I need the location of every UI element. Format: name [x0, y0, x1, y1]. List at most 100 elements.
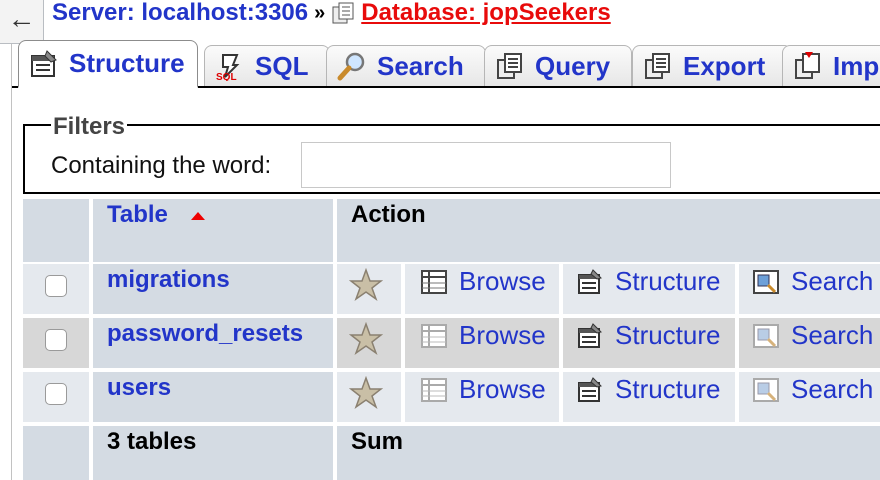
browse-label: Browse	[459, 320, 546, 350]
tab-label: Imp	[833, 50, 880, 81]
header-action-cell: Action	[337, 199, 880, 262]
filters-fieldset: Filters Containing the word:	[23, 113, 880, 194]
footer-sum-cell: Sum	[337, 426, 880, 480]
table-search-icon	[753, 377, 779, 402]
browse-cell: Browse	[405, 372, 559, 422]
sum-label: Sum	[351, 428, 404, 455]
breadcrumb: Server: localhost:3306 » Database: jopSe…	[52, 0, 611, 28]
header-table-cell[interactable]: Table	[93, 199, 333, 262]
browse-icon	[421, 323, 447, 348]
structure-link[interactable]: Structure	[577, 266, 721, 297]
row-checkbox-cell	[23, 264, 89, 314]
row-checkbox-cell	[23, 372, 89, 422]
row-name-cell: migrations	[93, 264, 333, 314]
footer-blank-cell	[23, 426, 89, 480]
filter-label: Containing the word:	[51, 152, 272, 179]
filters-legend: Filters	[51, 113, 128, 141]
structure-label: Structure	[615, 266, 721, 296]
table-search-icon	[753, 323, 779, 348]
tab-label: SQL	[255, 50, 309, 81]
search-link[interactable]: Search	[753, 374, 873, 405]
search-icon	[337, 52, 365, 81]
tab-export[interactable]: Export	[632, 45, 792, 86]
tab-label: Query	[535, 50, 611, 81]
tab-bar: Structure SQL SQL Search Query Export Im…	[12, 40, 880, 88]
query-icon	[497, 53, 522, 79]
table-name-link[interactable]: users	[107, 374, 171, 402]
favorite-cell	[337, 264, 401, 314]
browse-link[interactable]: Browse	[421, 374, 546, 405]
search-label: Search	[791, 320, 874, 350]
favorite-star-icon[interactable]	[349, 376, 383, 410]
structure-icon	[31, 49, 57, 77]
browse-link[interactable]: Browse	[421, 266, 546, 297]
back-button[interactable]: ←	[0, 0, 44, 44]
structure-link[interactable]: Structure	[577, 374, 721, 405]
export-icon	[645, 53, 670, 79]
search-link[interactable]: Search	[753, 320, 873, 351]
table-name-link[interactable]: migrations	[107, 266, 230, 294]
browse-label: Browse	[459, 374, 546, 404]
sql-icon: SQL	[216, 54, 240, 81]
structure-cell: Structure	[563, 372, 735, 422]
search-label: Search	[791, 266, 874, 296]
tab-structure[interactable]: Structure	[18, 40, 198, 88]
search-link[interactable]: Search	[753, 266, 873, 297]
tab-query[interactable]: Query	[484, 45, 632, 86]
svg-text:SQL: SQL	[216, 72, 237, 81]
favorite-star-icon[interactable]	[349, 322, 383, 356]
breadcrumb-server-link[interactable]: Server: localhost:3306	[52, 0, 308, 27]
table-column-header[interactable]: Table	[107, 201, 168, 229]
tab-label: Search	[377, 50, 464, 81]
table-row: migrations Browse Structure Search	[23, 264, 880, 314]
table-row: users Browse Structure Search	[23, 372, 880, 422]
breadcrumb-separator: »	[314, 1, 326, 24]
structure-cell: Structure	[563, 318, 735, 368]
browse-link[interactable]: Browse	[421, 320, 546, 351]
browse-label: Browse	[459, 266, 546, 296]
footer-count-cell: 3 tables	[93, 426, 333, 480]
search-cell: Search	[739, 372, 880, 422]
structure-label: Structure	[615, 374, 721, 404]
structure-icon	[578, 322, 602, 348]
table-footer-row: 3 tables Sum	[23, 426, 880, 480]
back-arrow-icon: ←	[7, 3, 36, 34]
row-checkbox[interactable]	[45, 329, 67, 351]
favorite-cell	[337, 372, 401, 422]
table-search-icon	[753, 269, 779, 294]
row-checkbox[interactable]	[45, 275, 67, 297]
browse-icon	[421, 269, 447, 294]
search-cell: Search	[739, 264, 880, 314]
import-icon	[795, 52, 820, 79]
database-icon	[332, 2, 354, 24]
browse-icon	[421, 377, 447, 402]
header-checkbox-cell	[23, 199, 89, 262]
table-header-row: Table Action	[23, 199, 880, 262]
filter-input[interactable]	[301, 142, 671, 188]
tab-label: Structure	[69, 48, 185, 78]
favorite-star-icon[interactable]	[349, 268, 383, 302]
row-name-cell: users	[93, 372, 333, 422]
row-checkbox-cell	[23, 318, 89, 368]
structure-icon	[578, 268, 602, 294]
table-count: 3 tables	[107, 428, 197, 455]
nav-divider	[11, 44, 12, 480]
structure-cell: Structure	[563, 264, 735, 314]
sort-ascending-icon	[191, 212, 205, 220]
structure-label: Structure	[615, 320, 721, 350]
tab-label: Export	[683, 50, 766, 81]
breadcrumb-database-link[interactable]: Database: jopSeekers	[361, 0, 610, 27]
search-label: Search	[791, 374, 874, 404]
tab-search[interactable]: Search	[326, 45, 486, 86]
browse-cell: Browse	[405, 318, 559, 368]
row-checkbox[interactable]	[45, 383, 67, 405]
browse-cell: Browse	[405, 264, 559, 314]
tab-sql[interactable]: SQL SQL	[204, 45, 330, 86]
table-name-link[interactable]: password_resets	[107, 320, 303, 348]
tab-import[interactable]: Imp	[782, 45, 880, 86]
table-row: password_resets Browse Structure Search	[23, 318, 880, 368]
structure-link[interactable]: Structure	[577, 320, 721, 351]
search-cell: Search	[739, 318, 880, 368]
row-name-cell: password_resets	[93, 318, 333, 368]
structure-icon	[578, 376, 602, 402]
